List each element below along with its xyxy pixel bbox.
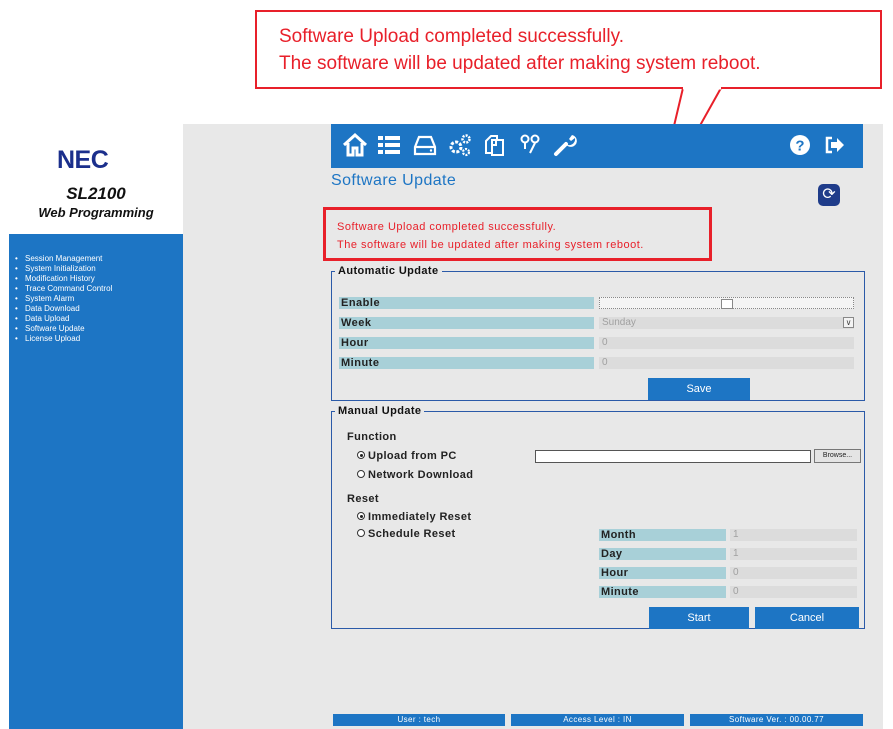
schedule-hour-label: Hour	[599, 567, 726, 579]
enable-toggle-knob[interactable]	[721, 299, 733, 309]
save-button[interactable]: Save	[648, 378, 750, 400]
toolbar: ?	[331, 124, 863, 168]
product-name: SL2100	[66, 184, 126, 203]
sidebar-item-session-management[interactable]: • Session Management	[15, 254, 183, 264]
callout-box: Software Upload completed successfully. …	[255, 10, 882, 89]
refresh-icon[interactable]: ⟳	[818, 184, 840, 206]
radio-unselected-icon[interactable]	[357, 470, 365, 478]
upload-from-pc-radio[interactable]: Upload from PC	[357, 450, 457, 462]
manual-update-legend: Manual Update	[338, 405, 422, 417]
status-access-level: Access Level : IN	[511, 714, 684, 726]
enable-label: Enable	[339, 297, 594, 309]
immediately-reset-radio[interactable]: Immediately Reset	[357, 511, 471, 523]
manual-update-group: Manual Update Function Upload from PC Ne…	[331, 405, 865, 629]
chevron-down-icon[interactable]: ∨	[843, 317, 854, 328]
status-user: User : tech	[333, 714, 505, 726]
radio-selected-icon[interactable]	[357, 512, 365, 520]
status-software-version: Software Ver. : 00.00.77	[690, 714, 863, 726]
upload-status-message: Software Upload completed successfully. …	[323, 207, 712, 261]
logout-icon[interactable]	[819, 128, 851, 162]
automatic-update-group: Automatic Update Enable Week Sunday ∨ Ho…	[331, 265, 865, 401]
sidebar-item-software-update[interactable]: • Software Update	[15, 324, 183, 334]
message-line-2: The software will be updated after makin…	[337, 239, 644, 251]
sidebar-item-modification-history[interactable]: • Modification History	[15, 274, 183, 284]
sidebar-item-system-initialization[interactable]: • System Initialization	[15, 264, 183, 274]
sidebar-item-data-upload[interactable]: • Data Upload	[15, 314, 183, 324]
branding-panel: NEC SL2100 Web Programming	[9, 124, 183, 234]
main-content: ? Software Update ⟳ Software Upload comp…	[183, 124, 883, 729]
file-path-input[interactable]	[535, 450, 811, 463]
schedule-minute-label: Minute	[599, 586, 726, 598]
month-label: Month	[599, 529, 726, 541]
users-icon[interactable]	[514, 128, 546, 162]
svg-text:?: ?	[795, 138, 804, 155]
reset-label: Reset	[347, 493, 379, 505]
schedule-hour-field[interactable]: 0	[730, 567, 857, 579]
day-label: Day	[599, 548, 726, 560]
hour-label: Hour	[339, 337, 594, 349]
enable-toggle[interactable]	[599, 297, 854, 309]
week-select[interactable]: Sunday ∨	[599, 317, 854, 329]
radio-unselected-icon[interactable]	[357, 529, 365, 537]
help-icon[interactable]: ?	[784, 128, 816, 162]
callout-line-2: The software will be updated after makin…	[279, 53, 761, 74]
nec-logo: NEC	[57, 146, 109, 174]
hour-field[interactable]: 0	[599, 337, 854, 349]
list-icon[interactable]	[373, 128, 405, 162]
wrench-icon[interactable]	[549, 128, 581, 162]
start-button[interactable]: Start	[649, 607, 749, 629]
network-download-radio[interactable]: Network Download	[357, 469, 473, 481]
sidebar-item-license-upload[interactable]: • License Upload	[15, 334, 183, 344]
sidebar-item-trace-command-control[interactable]: • Trace Command Control	[15, 284, 183, 294]
radio-selected-icon[interactable]	[357, 451, 365, 459]
product-subtitle: Web Programming	[38, 205, 154, 220]
drive-icon[interactable]	[409, 128, 441, 162]
schedule-minute-field[interactable]: 0	[730, 586, 857, 598]
sidebar-item-system-alarm[interactable]: • System Alarm	[15, 294, 183, 304]
week-label: Week	[339, 317, 594, 329]
cancel-button[interactable]: Cancel	[755, 607, 859, 629]
sidebar-item-data-download[interactable]: • Data Download	[15, 304, 183, 314]
page-title: Software Update	[331, 172, 457, 189]
minute-field[interactable]: 0	[599, 357, 854, 369]
callout-line-1: Software Upload completed successfully.	[279, 26, 624, 47]
message-line-1: Software Upload completed successfully.	[337, 221, 557, 233]
month-field[interactable]: 1	[730, 529, 857, 541]
schedule-reset-radio[interactable]: Schedule Reset	[357, 528, 456, 540]
settings-icon[interactable]	[444, 128, 476, 162]
copy-icon[interactable]	[479, 128, 511, 162]
minute-label: Minute	[339, 357, 594, 369]
browse-button[interactable]: Browse...	[814, 449, 861, 463]
home-icon[interactable]	[339, 128, 371, 162]
sidebar: • Session Management • System Initializati…	[9, 234, 183, 729]
automatic-update-legend: Automatic Update	[338, 265, 439, 277]
function-label: Function	[347, 431, 397, 443]
day-field[interactable]: 1	[730, 548, 857, 560]
